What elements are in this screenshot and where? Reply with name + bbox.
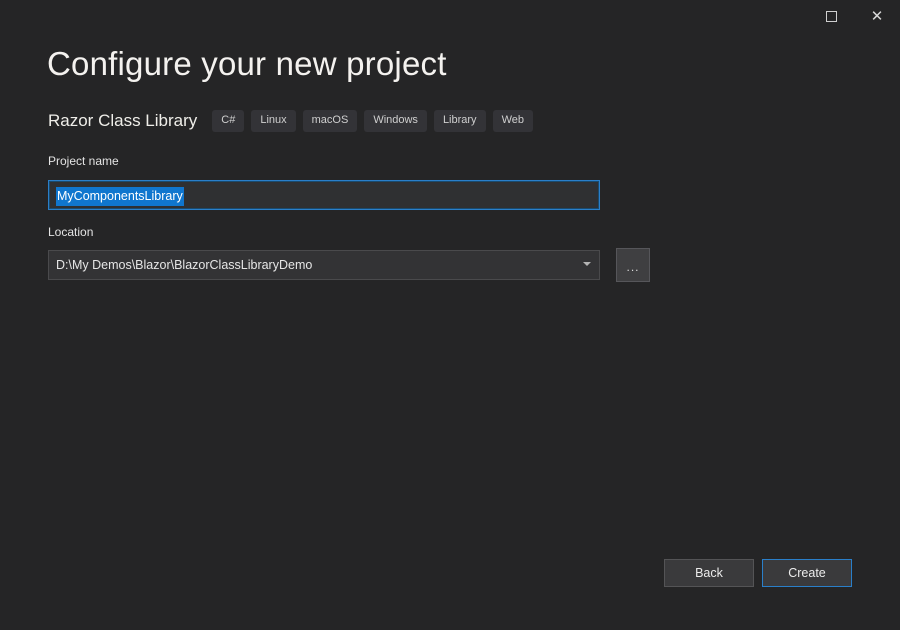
restore-icon <box>825 10 837 22</box>
page-title: Configure your new project <box>47 45 447 82</box>
tag-language: C# <box>212 110 245 132</box>
tag-platform-macos: macOS <box>302 110 358 132</box>
project-name-label: Project name <box>48 154 119 168</box>
maximize-restore-button[interactable] <box>808 0 854 32</box>
template-name: Razor Class Library <box>48 111 198 130</box>
close-button[interactable]: ✕ <box>854 0 900 32</box>
tag-project-type-library: Library <box>433 110 486 132</box>
tag-platform-windows: Windows <box>364 110 427 132</box>
tag-project-type-web: Web <box>492 110 533 132</box>
close-icon: ✕ <box>870 7 884 25</box>
location-label: Location <box>48 225 94 239</box>
tag-platform-linux: Linux <box>251 110 296 132</box>
location-combobox[interactable] <box>48 250 600 280</box>
create-button[interactable]: Create <box>762 559 852 587</box>
template-summary: Razor Class Library C# Linux macOS Windo… <box>48 109 540 133</box>
browse-folder-button[interactable]: ... <box>616 248 650 282</box>
location-input[interactable] <box>48 250 600 280</box>
project-name-input[interactable] <box>48 180 600 210</box>
window-titlebar: ✕ <box>0 0 900 32</box>
back-button[interactable]: Back <box>664 559 754 587</box>
